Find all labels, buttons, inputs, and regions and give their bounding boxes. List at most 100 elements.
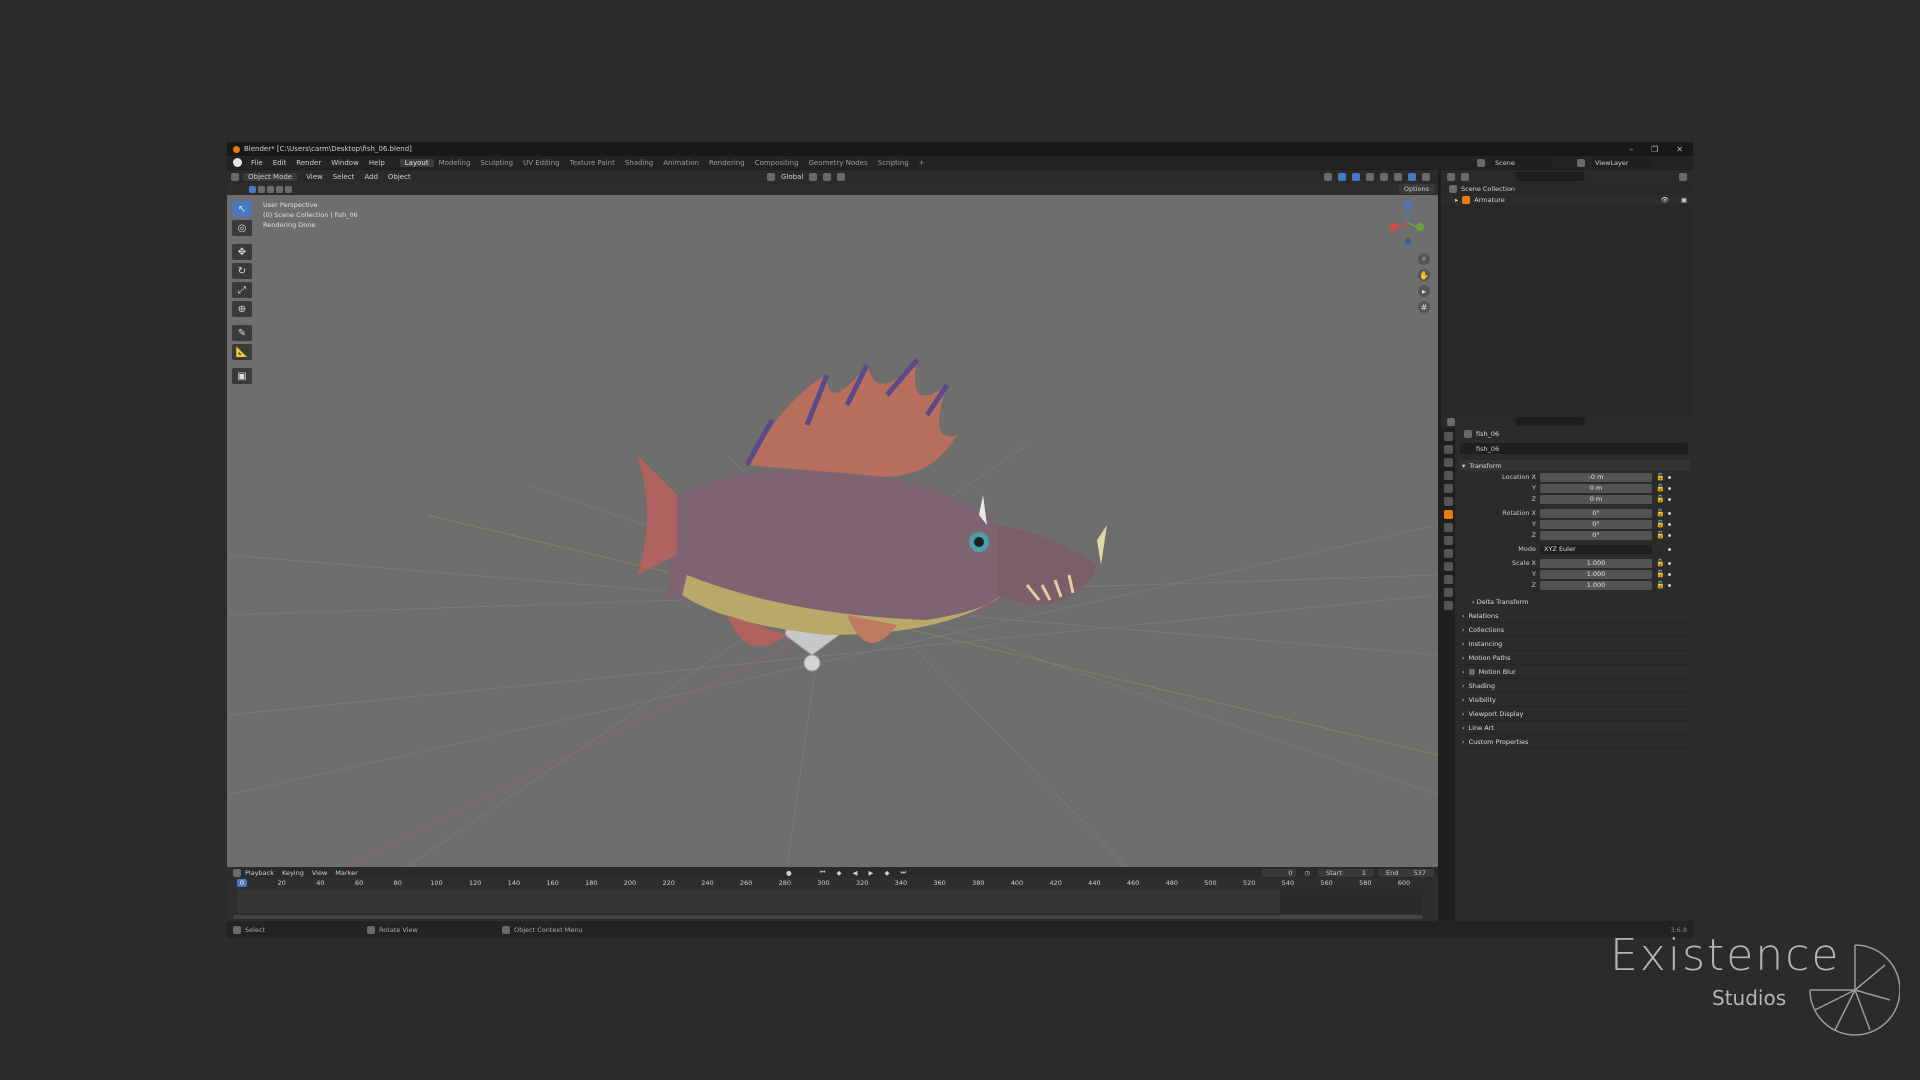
options-dropdown[interactable]: Options bbox=[1398, 184, 1434, 194]
timeline-editor-icon[interactable] bbox=[233, 868, 241, 877]
keyframe-dot-icon[interactable] bbox=[1668, 511, 1671, 515]
tab-animation[interactable]: Animation bbox=[658, 159, 704, 167]
visibility-icon[interactable] bbox=[1324, 172, 1332, 181]
snap-icon[interactable] bbox=[823, 172, 832, 181]
menu-edit[interactable]: Edit bbox=[268, 159, 292, 167]
jump-end-icon[interactable]: ⏭ bbox=[897, 868, 911, 877]
menu-marker[interactable]: Marker bbox=[331, 869, 361, 877]
annotate-tool[interactable]: ✎ bbox=[232, 325, 252, 341]
menu-view[interactable]: View bbox=[301, 173, 328, 181]
eye-icon[interactable]: 👁 bbox=[1661, 196, 1669, 204]
select-mode-invert-icon[interactable] bbox=[276, 185, 283, 193]
timeline-track[interactable] bbox=[237, 889, 1423, 913]
lock-icon[interactable]: 🔓 bbox=[1656, 570, 1665, 578]
x-axis-handle[interactable] bbox=[1390, 223, 1398, 231]
keyframe-dot-icon[interactable] bbox=[1668, 547, 1671, 551]
menu-render[interactable]: Render bbox=[291, 159, 326, 167]
rotation-mode-dropdown[interactable]: XYZ Euler bbox=[1540, 544, 1652, 554]
rotation-z-field[interactable]: 0° bbox=[1540, 530, 1652, 540]
panel-custom-properties[interactable]: › Custom Properties bbox=[1458, 735, 1690, 749]
lock-icon[interactable]: 🔓 bbox=[1656, 495, 1665, 503]
jump-keyframe-back-icon[interactable]: ◆ bbox=[833, 869, 846, 877]
scene-tab-icon[interactable] bbox=[1443, 484, 1453, 493]
camera-icon[interactable]: ▣ bbox=[1681, 196, 1687, 204]
menu-select[interactable]: Select bbox=[328, 173, 360, 181]
panel-motion-paths[interactable]: › Motion Paths bbox=[1458, 651, 1690, 665]
menu-help[interactable]: Help bbox=[364, 159, 390, 167]
tab-sculpting[interactable]: Sculpting bbox=[475, 159, 518, 167]
select-mode-subtract-icon[interactable] bbox=[267, 185, 274, 193]
neg-z-axis-handle[interactable] bbox=[1405, 238, 1411, 244]
render-tab-icon[interactable] bbox=[1443, 445, 1453, 454]
panel-visibility[interactable]: › Visibility bbox=[1458, 693, 1690, 707]
lock-icon[interactable]: 🔓 bbox=[1656, 581, 1665, 589]
frame-ruler[interactable]: 0 20 40 60 80 100 120 140 160 180 200 220 240 260 280… bbox=[233, 878, 1423, 888]
lock-icon[interactable]: 🔓 bbox=[1656, 531, 1665, 539]
measure-tool[interactable]: 📐 bbox=[232, 344, 252, 360]
select-box-tool[interactable]: ↖ bbox=[232, 201, 252, 217]
menu-add[interactable]: Add bbox=[359, 173, 383, 181]
keyframe-dot-icon[interactable] bbox=[1668, 533, 1671, 537]
output-tab-icon[interactable] bbox=[1443, 458, 1453, 467]
scale-z-field[interactable]: 1.000 bbox=[1540, 580, 1652, 590]
proportional-edit-icon[interactable] bbox=[837, 172, 846, 181]
timeline-scrollbar[interactable] bbox=[233, 915, 1423, 919]
current-frame-field[interactable]: 0 bbox=[1262, 868, 1297, 877]
gizmo-toggle-icon[interactable] bbox=[1338, 172, 1346, 181]
menu-keying[interactable]: Keying bbox=[278, 869, 308, 877]
ortho-grid-icon[interactable]: # bbox=[1418, 301, 1430, 313]
tab-uv-editing[interactable]: UV Editing bbox=[518, 159, 565, 167]
world-tab-icon[interactable] bbox=[1443, 497, 1453, 506]
pan-hand-icon[interactable]: ✋ bbox=[1418, 269, 1430, 281]
y-axis-handle[interactable] bbox=[1416, 223, 1424, 231]
maximize-icon[interactable]: ❐ bbox=[1651, 145, 1658, 154]
clock-icon[interactable]: ◷ bbox=[1300, 869, 1314, 877]
expand-arrow-icon[interactable]: ▸ bbox=[1455, 196, 1458, 204]
panel-instancing[interactable]: › Instancing bbox=[1458, 637, 1690, 651]
add-workspace-button[interactable]: + bbox=[914, 159, 930, 167]
lock-icon[interactable]: 🔓 bbox=[1656, 559, 1665, 567]
location-z-field[interactable]: 0 m bbox=[1540, 494, 1652, 504]
rotation-x-field[interactable]: 0° bbox=[1540, 508, 1652, 518]
cursor-tool[interactable]: ◎ bbox=[232, 220, 252, 236]
end-frame-field[interactable]: End 537 bbox=[1378, 868, 1434, 877]
lock-icon[interactable]: 🔓 bbox=[1656, 484, 1665, 492]
tab-rendering[interactable]: Rendering bbox=[704, 159, 750, 167]
add-cube-tool[interactable]: ▣ bbox=[232, 368, 252, 384]
panel-motion-blur[interactable]: › Motion Blur bbox=[1458, 665, 1690, 679]
keyframe-dot-icon[interactable] bbox=[1668, 572, 1671, 576]
scale-y-field[interactable]: 1.000 bbox=[1540, 569, 1652, 579]
outliner-editor-icon[interactable] bbox=[1447, 172, 1455, 181]
physics-tab-icon[interactable] bbox=[1443, 549, 1453, 558]
display-mode-icon[interactable] bbox=[1461, 172, 1469, 181]
texture-tab-icon[interactable] bbox=[1443, 601, 1453, 610]
view-layer-field[interactable]: ViewLayer bbox=[1591, 158, 1651, 167]
transform-tool[interactable]: ⊕ bbox=[232, 301, 252, 317]
playhead-frame[interactable]: 0 bbox=[236, 879, 248, 887]
timeline-area[interactable]: 0 20 40 60 80 100 120 140 160 180 200 220 240 260 280… bbox=[227, 878, 1438, 921]
outliner-row-scene-collection[interactable]: Scene Collection bbox=[1441, 183, 1693, 194]
lock-icon[interactable]: 🔓 bbox=[1656, 520, 1665, 528]
material-shading-icon[interactable] bbox=[1408, 172, 1416, 181]
rotate-tool[interactable]: ↻ bbox=[232, 263, 252, 279]
wireframe-shading-icon[interactable] bbox=[1380, 172, 1388, 181]
delta-transform-subpanel[interactable]: › Delta Transform bbox=[1458, 596, 1690, 607]
lock-icon[interactable]: 🔓 bbox=[1656, 509, 1665, 517]
keyframe-dot-icon[interactable] bbox=[1668, 522, 1671, 526]
keyframe-dot-icon[interactable] bbox=[1668, 475, 1671, 479]
blender-menu-icon[interactable] bbox=[233, 158, 242, 167]
keyframe-dot-icon[interactable] bbox=[1668, 561, 1671, 565]
play-reverse-icon[interactable]: ◀ bbox=[849, 869, 862, 877]
location-y-field[interactable]: 0 m bbox=[1540, 483, 1652, 493]
filter-icon[interactable] bbox=[1679, 172, 1687, 181]
jump-start-icon[interactable]: ⏮ bbox=[816, 868, 830, 877]
xray-icon[interactable] bbox=[1366, 172, 1374, 181]
panel-collections[interactable]: › Collections bbox=[1458, 623, 1690, 637]
panel-relations[interactable]: › Relations bbox=[1458, 609, 1690, 623]
tab-texture-paint[interactable]: Texture Paint bbox=[565, 159, 620, 167]
menu-object[interactable]: Object bbox=[383, 173, 416, 181]
keyframe-dot-icon[interactable] bbox=[1668, 497, 1671, 501]
play-icon[interactable]: ▶ bbox=[865, 869, 878, 877]
transform-panel-header[interactable]: ▾ Transform bbox=[1458, 460, 1690, 471]
outliner-search-input[interactable] bbox=[1515, 172, 1585, 181]
